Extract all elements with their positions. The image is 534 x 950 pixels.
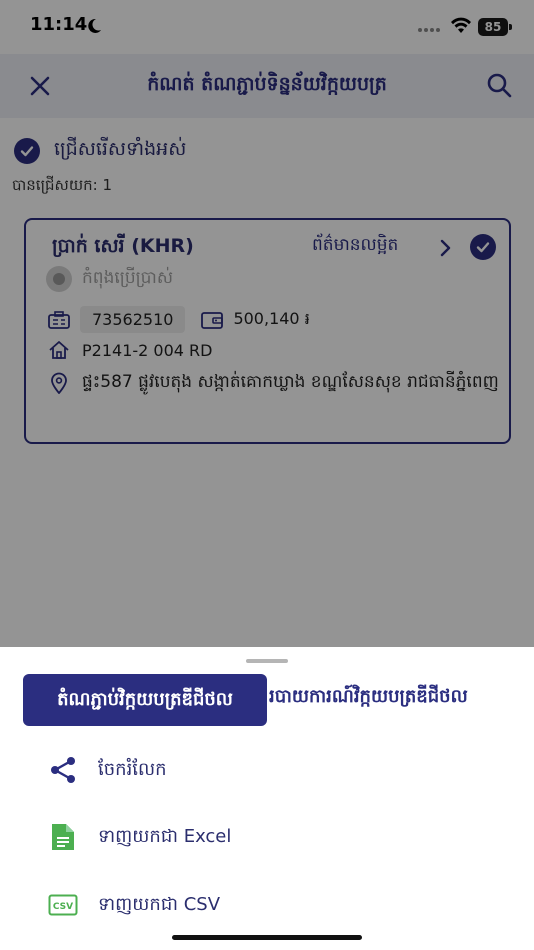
home-indicator	[172, 935, 362, 940]
bottom-sheet: តំណភ្ជាប់វិក្កយបត្រឌីជីថល របាយការណ៍វិក្ក…	[0, 647, 534, 950]
download-excel-label: ទាញយកជា Excel	[98, 825, 232, 847]
csv-file-icon: CSV	[46, 888, 80, 922]
share-label: ចែករំលែក	[98, 758, 167, 780]
sheet-drag-handle[interactable]	[246, 659, 288, 663]
tab-digital-invoice-report[interactable]: របាយការណ៍វិក្កយបត្រឌីជីថល	[269, 684, 468, 711]
share-icon	[46, 753, 80, 787]
download-excel-option[interactable]: ទាញយកជា Excel	[46, 812, 506, 862]
svg-text:CSV: CSV	[53, 902, 73, 912]
download-csv-label: ទាញយកជា CSV	[98, 893, 221, 915]
share-option[interactable]: ចែករំលែក	[46, 745, 506, 795]
tab-digital-invoice-link[interactable]: តំណភ្ជាប់វិក្កយបត្រឌីជីថល	[23, 674, 267, 726]
download-csv-option[interactable]: CSV ទាញយកជា CSV	[46, 880, 506, 930]
excel-file-icon	[46, 820, 80, 854]
